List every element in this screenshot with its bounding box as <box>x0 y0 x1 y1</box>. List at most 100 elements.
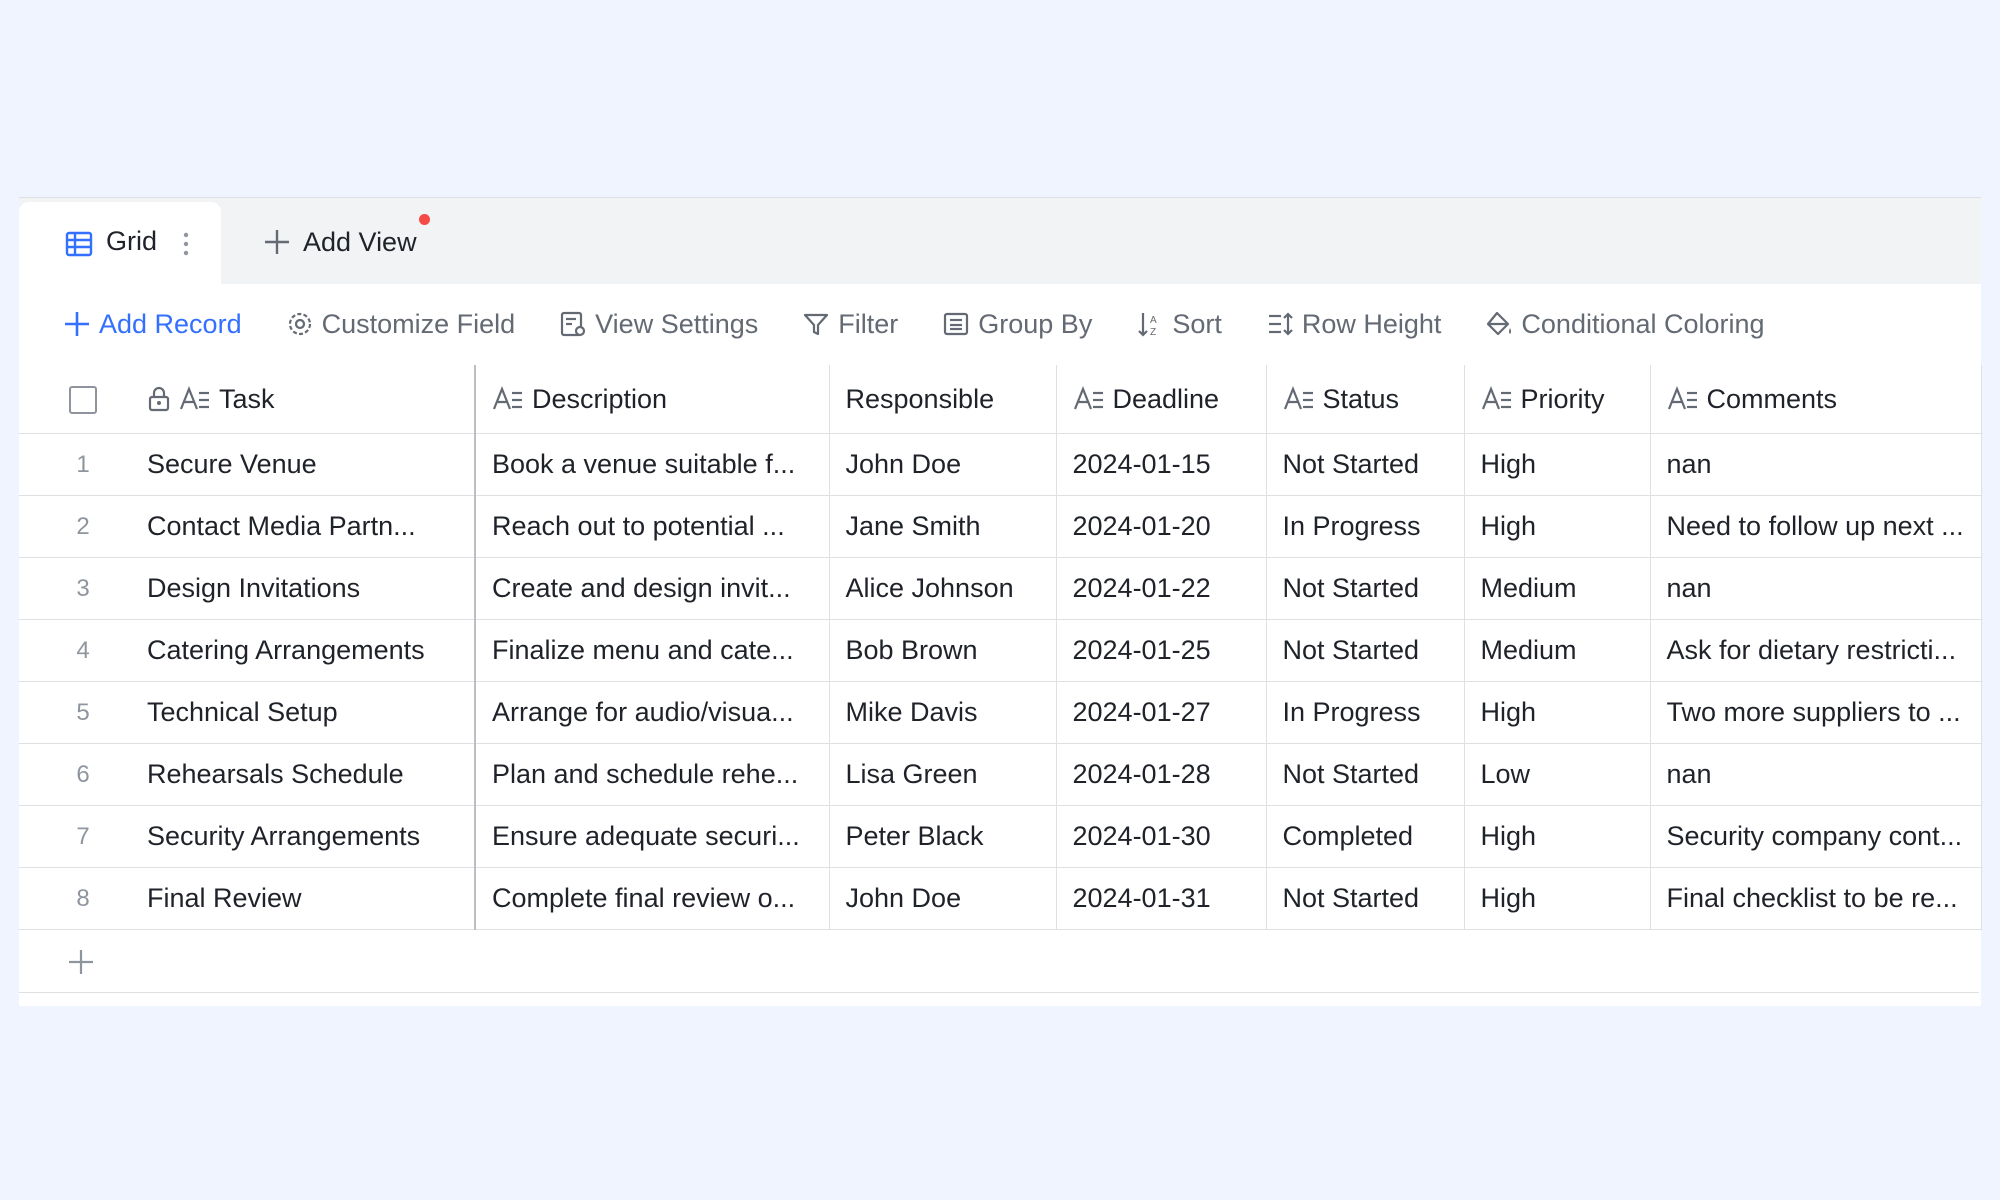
cell-responsible[interactable]: Mike Davis <box>829 681 1057 744</box>
cell-priority[interactable]: High <box>1464 495 1651 558</box>
cell-task[interactable]: Final Review <box>147 867 476 930</box>
tab-grid[interactable]: Grid <box>19 202 221 284</box>
toolbar: Add Record Customize Field View Settings… <box>19 284 1981 364</box>
cell-deadline[interactable]: 2024-01-31 <box>1056 867 1267 930</box>
column-header-description[interactable]: Description <box>475 365 830 434</box>
customize-field-button[interactable]: Customize Field <box>286 304 516 344</box>
cell-priority[interactable]: High <box>1464 805 1651 868</box>
cell-description[interactable]: Create and design invit... <box>475 557 830 620</box>
cell-comments[interactable]: Need to follow up next ... <box>1650 495 1982 558</box>
more-vertical-icon[interactable] <box>182 230 190 258</box>
column-header-deadline[interactable]: Deadline <box>1056 365 1267 434</box>
cell-priority[interactable]: High <box>1464 433 1651 496</box>
cell-comments[interactable]: Ask for dietary restricti... <box>1650 619 1982 682</box>
cell-priority[interactable]: High <box>1464 681 1651 744</box>
cell-deadline[interactable]: 2024-01-25 <box>1056 619 1267 682</box>
row-number: 2 <box>19 495 147 558</box>
table-row[interactable]: 4 Catering Arrangements Finalize menu an… <box>19 619 1982 682</box>
cell-comments[interactable]: nan <box>1650 433 1982 496</box>
text-field-icon <box>179 386 209 410</box>
cell-task[interactable]: Rehearsals Schedule <box>147 743 476 806</box>
cell-status[interactable]: Not Started <box>1266 867 1465 930</box>
filter-button[interactable]: Filter <box>802 304 898 344</box>
cell-responsible[interactable]: Jane Smith <box>829 495 1057 558</box>
cell-comments[interactable]: Two more suppliers to ... <box>1650 681 1982 744</box>
view-settings-button[interactable]: View Settings <box>559 304 758 344</box>
cell-description[interactable]: Plan and schedule rehe... <box>475 743 830 806</box>
cell-status[interactable]: Completed <box>1266 805 1465 868</box>
cell-priority[interactable]: Low <box>1464 743 1651 806</box>
column-header-responsible[interactable]: Responsible <box>829 365 1057 434</box>
column-header-comments[interactable]: Comments <box>1650 365 1982 434</box>
cell-comments[interactable]: nan <box>1650 557 1982 620</box>
add-view-button[interactable]: Add View <box>263 222 417 262</box>
column-header-priority[interactable]: Priority <box>1464 365 1651 434</box>
group-by-button[interactable]: Group By <box>942 304 1092 344</box>
cell-description[interactable]: Book a venue suitable f... <box>475 433 830 496</box>
add-record-button[interactable]: Add Record <box>63 304 242 344</box>
table-row[interactable]: 3 Design Invitations Create and design i… <box>19 557 1982 620</box>
sort-label: Sort <box>1172 308 1222 339</box>
cell-deadline[interactable]: 2024-01-15 <box>1056 433 1267 496</box>
cell-status[interactable]: Not Started <box>1266 743 1465 806</box>
conditional-coloring-button[interactable]: Conditional Coloring <box>1485 304 1765 344</box>
cell-status[interactable]: Not Started <box>1266 619 1465 682</box>
cell-status[interactable]: In Progress <box>1266 495 1465 558</box>
settings-doc-icon <box>561 311 586 337</box>
row-height-button[interactable]: Row Height <box>1266 304 1441 344</box>
cell-deadline[interactable]: 2024-01-20 <box>1056 495 1267 558</box>
cell-comments[interactable]: Final checklist to be re... <box>1650 867 1982 930</box>
cell-priority[interactable]: Medium <box>1464 619 1651 682</box>
table-row[interactable]: 2 Contact Media Partn... Reach out to po… <box>19 495 1982 558</box>
cell-responsible[interactable]: Peter Black <box>829 805 1057 868</box>
cell-deadline[interactable]: 2024-01-30 <box>1056 805 1267 868</box>
table-row[interactable]: 7 Security Arrangements Ensure adequate … <box>19 805 1982 868</box>
data-grid: Task Description Responsible Deadline St… <box>19 365 1982 930</box>
cell-deadline[interactable]: 2024-01-27 <box>1056 681 1267 744</box>
cell-description[interactable]: Finalize menu and cate... <box>475 619 830 682</box>
cell-task[interactable]: Security Arrangements <box>147 805 476 868</box>
cell-responsible[interactable]: Alice Johnson <box>829 557 1057 620</box>
gear-icon <box>288 312 311 336</box>
cell-responsible[interactable]: Bob Brown <box>829 619 1057 682</box>
cell-task[interactable]: Contact Media Partn... <box>147 495 476 558</box>
cell-task[interactable]: Technical Setup <box>147 681 476 744</box>
cell-priority[interactable]: Medium <box>1464 557 1651 620</box>
add-row-button[interactable] <box>19 931 1979 993</box>
customize-field-label: Customize Field <box>321 308 516 339</box>
sort-button[interactable]: A Z Sort <box>1136 304 1222 344</box>
cell-deadline[interactable]: 2024-01-22 <box>1056 557 1267 620</box>
cell-status[interactable]: Not Started <box>1266 433 1465 496</box>
cell-comments[interactable]: Security company cont... <box>1650 805 1982 868</box>
cell-responsible[interactable]: John Doe <box>829 867 1057 930</box>
view-settings-label: View Settings <box>595 308 759 339</box>
group-icon <box>944 312 969 336</box>
cell-description[interactable]: Ensure adequate securi... <box>475 805 830 868</box>
row-number: 7 <box>19 805 147 868</box>
cell-status[interactable]: Not Started <box>1266 557 1465 620</box>
table-row[interactable]: 8 Final Review Complete final review o..… <box>19 867 1982 930</box>
cell-priority[interactable]: High <box>1464 867 1651 930</box>
column-header-task[interactable]: Task <box>147 365 476 434</box>
cell-status[interactable]: In Progress <box>1266 681 1465 744</box>
cell-task[interactable]: Design Invitations <box>147 557 476 620</box>
column-header-label: Description <box>532 383 668 414</box>
cell-deadline[interactable]: 2024-01-28 <box>1056 743 1267 806</box>
cell-description[interactable]: Complete final review o... <box>475 867 830 930</box>
table-row[interactable]: 5 Technical Setup Arrange for audio/visu… <box>19 681 1982 744</box>
cell-responsible[interactable]: John Doe <box>829 433 1057 496</box>
column-header-label: Comments <box>1706 383 1838 414</box>
select-all-checkbox[interactable] <box>69 386 97 415</box>
cell-description[interactable]: Reach out to potential ... <box>475 495 830 558</box>
cell-task[interactable]: Catering Arrangements <box>147 619 476 682</box>
view-tab-bar: Grid Add View <box>19 198 1981 284</box>
table-row[interactable]: 1 Secure Venue Book a venue suitable f..… <box>19 433 1982 496</box>
cell-task[interactable]: Secure Venue <box>147 433 476 496</box>
cell-description[interactable]: Arrange for audio/visua... <box>475 681 830 744</box>
row-number: 8 <box>19 867 147 930</box>
conditional-coloring-label: Conditional Coloring <box>1521 308 1765 339</box>
column-header-status[interactable]: Status <box>1266 365 1465 434</box>
table-row[interactable]: 6 Rehearsals Schedule Plan and schedule … <box>19 743 1982 806</box>
cell-comments[interactable]: nan <box>1650 743 1982 806</box>
cell-responsible[interactable]: Lisa Green <box>829 743 1057 806</box>
